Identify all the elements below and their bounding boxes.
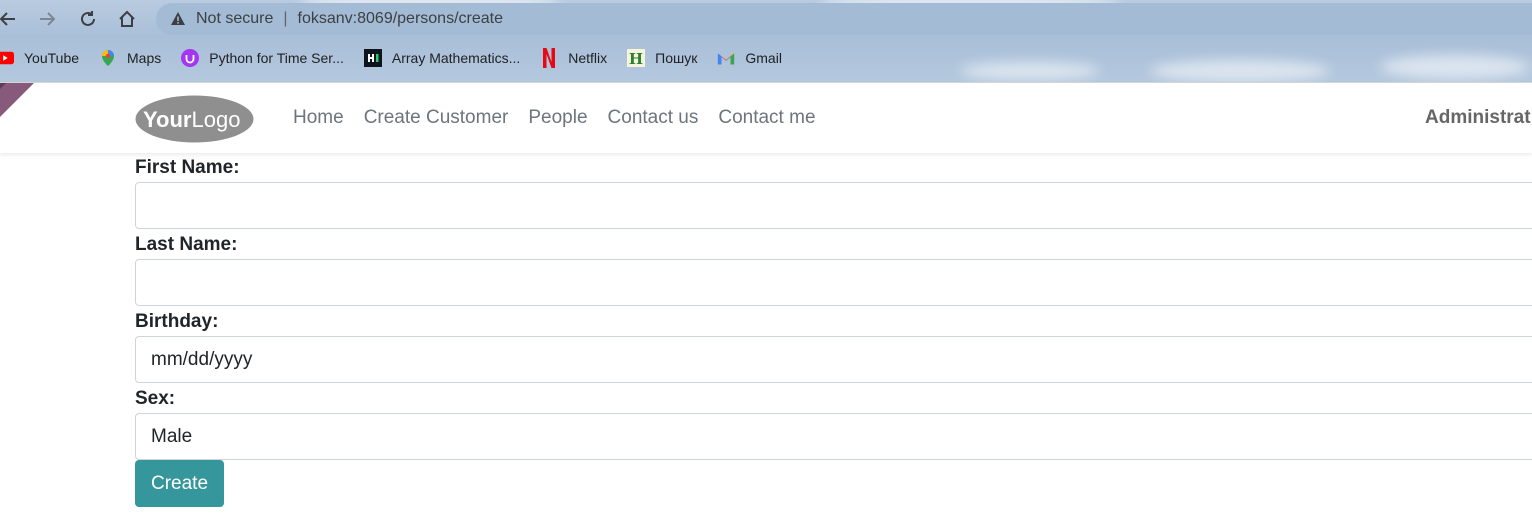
bookmark-label: Gmail — [745, 50, 782, 66]
reload-button[interactable] — [74, 5, 102, 33]
create-button[interactable]: Create — [135, 460, 224, 507]
warning-icon[interactable] — [170, 11, 186, 27]
svg-text:H: H — [629, 50, 643, 67]
bookmark-youtube[interactable]: YouTube — [0, 49, 79, 67]
bookmark-label: Array Mathematics... — [391, 50, 521, 66]
arrow-left-icon — [0, 12, 15, 26]
forward-button[interactable] — [33, 5, 61, 33]
site-navbar: YourLogo Home Create Customer People Con… — [0, 82, 1532, 153]
sky-cloud — [1380, 55, 1530, 79]
udemy-icon — [181, 49, 200, 67]
bookmark-python-time-series[interactable]: Python for Time Ser... — [181, 49, 344, 67]
first-name-label: First Name: — [135, 157, 240, 178]
birthday-label: Birthday: — [135, 311, 219, 332]
reload-icon — [81, 11, 95, 26]
search-h-icon: H — [627, 49, 646, 67]
bookmark-netflix[interactable]: Netflix — [540, 48, 608, 68]
logo-text-light: Logo — [191, 107, 240, 132]
birthday-group: Birthday: mm/dd/yyyy — [135, 307, 1532, 384]
browser-toolbar: Not secure | foksanv:8069/persons/create — [0, 0, 1532, 38]
first-name-input[interactable] — [135, 182, 1532, 229]
first-name-group: First Name: — [135, 153, 1532, 230]
logo-icon[interactable]: YourLogo — [135, 95, 254, 143]
browser-chrome: Not secure | foksanv:8069/persons/create… — [0, 0, 1532, 82]
security-status: Not secure — [196, 10, 274, 27]
user-menu[interactable]: Administrat — [1425, 107, 1531, 129]
sex-select[interactable]: Male — [135, 413, 1532, 460]
bookmark-poshuk[interactable]: H Пошук — [627, 49, 697, 67]
sky-cloud — [960, 62, 1100, 80]
bookmarks-bar: YouTube Maps Python for Time Ser... Arra… — [0, 44, 802, 72]
menu-item-contact-me[interactable]: Contact me — [718, 107, 815, 129]
menu-item-home[interactable]: Home — [293, 107, 344, 129]
bookmark-maps[interactable]: Maps — [99, 49, 161, 67]
home-icon — [119, 10, 135, 27]
bookmark-label: Netflix — [568, 50, 608, 66]
menu-item-create-customer[interactable]: Create Customer — [364, 107, 509, 129]
address-bar[interactable]: Not secure | foksanv:8069/persons/create — [156, 3, 1532, 35]
gmail-icon — [717, 49, 735, 67]
corner-ribbon-icon[interactable] — [0, 83, 34, 117]
arrow-right-icon — [40, 12, 56, 26]
home-button[interactable] — [113, 5, 141, 33]
bookmark-label: Python for Time Ser... — [209, 50, 344, 66]
sky-cloud — [1150, 60, 1330, 82]
hackerrank-icon — [363, 49, 382, 67]
back-button[interactable] — [0, 5, 22, 33]
netflix-icon — [540, 48, 558, 68]
bookmark-label: Maps — [127, 50, 162, 66]
menu-item-contact-us[interactable]: Contact us — [608, 107, 699, 129]
main-menu: Home Create Customer People Contact us C… — [293, 107, 836, 129]
last-name-group: Last Name: — [135, 230, 1532, 307]
bookmark-gmail[interactable]: Gmail — [717, 49, 782, 67]
bookmark-label: Пошук — [655, 50, 698, 66]
svg-text:YourLogo: YourLogo — [143, 107, 240, 132]
logo-text-bold: Your — [143, 107, 192, 132]
url-text[interactable]: foksanv:8069/persons/create — [298, 10, 503, 28]
bookmark-array-mathematics[interactable]: Array Mathematics... — [363, 49, 521, 67]
youtube-icon — [0, 49, 14, 67]
last-name-label: Last Name: — [135, 234, 238, 255]
sex-group: Sex: Male — [135, 384, 1532, 461]
address-separator: | — [283, 10, 288, 27]
maps-icon — [99, 49, 117, 67]
sex-label: Sex: — [135, 388, 176, 409]
bookmark-label: YouTube — [24, 50, 80, 66]
birthday-input[interactable]: mm/dd/yyyy — [135, 336, 1532, 383]
last-name-input[interactable] — [135, 259, 1532, 306]
menu-item-people[interactable]: People — [528, 107, 587, 129]
create-person-form: First Name: Last Name: Birthday: mm/dd/y… — [135, 153, 1532, 507]
